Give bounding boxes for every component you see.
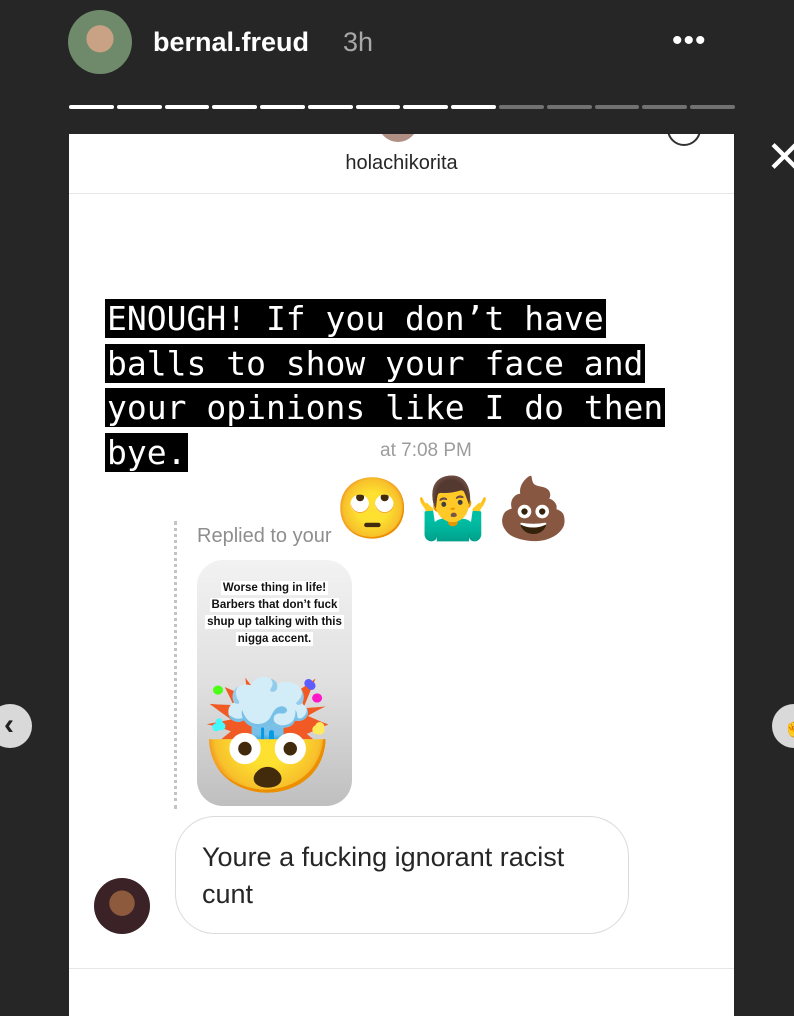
sender-avatar xyxy=(94,878,150,934)
story-content: holachikorita ENOUGH! If you don’t have … xyxy=(69,134,734,1016)
story-progress-bar xyxy=(69,105,735,109)
reply-thread-line xyxy=(174,521,177,809)
replied-label: Replied to your xyxy=(197,525,332,547)
message-bubble: Youre a fucking ignorant racist cunt xyxy=(175,816,629,934)
story-progress-segment xyxy=(307,105,353,109)
next-story-button[interactable]: ☝ xyxy=(772,704,794,748)
story-progress-segment xyxy=(594,105,640,109)
replied-story-thumbnail: Worse thing in life! Barbers that don’t … xyxy=(197,560,352,806)
story-username[interactable]: bernal.freud xyxy=(153,27,309,58)
message-timestamp: at 7:08 PM xyxy=(380,440,472,461)
story-progress-segment xyxy=(451,105,497,109)
story-progress-segment xyxy=(212,105,258,109)
dm-header-avatar xyxy=(378,134,418,142)
exploding-head-emoji: 🤯 xyxy=(199,676,336,799)
more-options-icon[interactable]: ••• xyxy=(672,24,707,58)
thumbnail-caption-text: Worse thing in life! Barbers that don’t … xyxy=(205,581,344,646)
previous-story-button[interactable]: ‹ xyxy=(0,704,32,748)
dm-info-icon xyxy=(667,134,701,146)
story-progress-segment xyxy=(403,105,449,109)
close-icon[interactable]: ✕ xyxy=(766,136,794,180)
story-progress-segment xyxy=(260,105,305,109)
dm-footer-divider xyxy=(69,968,734,969)
story-progress-segment xyxy=(116,105,162,109)
story-progress-segment xyxy=(69,105,114,109)
story-author-avatar[interactable] xyxy=(68,10,132,74)
story-progress-segment xyxy=(546,105,592,109)
story-progress-segment xyxy=(499,105,544,109)
story-progress-segment xyxy=(690,105,735,109)
story-progress-segment xyxy=(642,105,688,109)
dm-contact-name: holachikorita xyxy=(345,152,458,174)
story-progress-segment xyxy=(355,105,401,109)
dm-header-divider xyxy=(69,193,734,194)
emoji-stickers: 🙄🤷‍♂️💩 xyxy=(335,475,578,542)
thumbnail-caption: Worse thing in life! Barbers that don’t … xyxy=(203,580,346,648)
story-progress-segment xyxy=(164,105,210,109)
story-time: 3h xyxy=(343,27,374,57)
